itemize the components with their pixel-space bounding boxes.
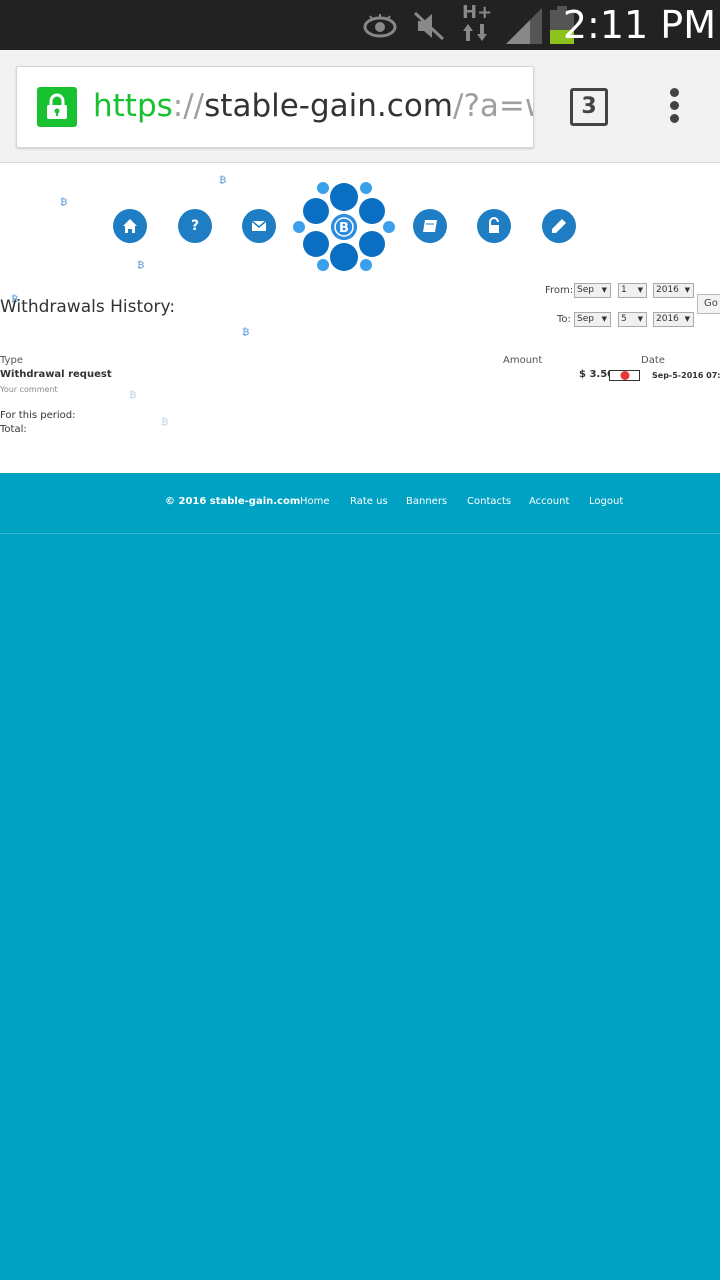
from-month-select[interactable]: Sep ▼ bbox=[574, 283, 611, 298]
column-header-amount: Amount bbox=[503, 355, 543, 366]
coin-decoration-icon: ₿ bbox=[219, 176, 227, 186]
to-year-value: 2016 bbox=[656, 314, 679, 324]
to-day-select[interactable]: 5 ▼ bbox=[618, 312, 647, 327]
from-month-value: Sep bbox=[577, 285, 594, 295]
guide-nav-button[interactable] bbox=[413, 209, 447, 243]
coin-decoration-icon: ₿ bbox=[60, 198, 68, 208]
clock: 2:11 PM bbox=[562, 3, 716, 47]
from-year-value: 2016 bbox=[656, 285, 679, 295]
to-day-value: 5 bbox=[621, 314, 627, 324]
from-day-select[interactable]: 1 ▼ bbox=[618, 283, 647, 298]
footer: © 2016 stable-gain.com Home Rate us Bann… bbox=[0, 473, 720, 534]
chevron-down-icon: ▼ bbox=[601, 286, 607, 294]
page-title: Withdrawals History: bbox=[0, 297, 176, 317]
signal-icon bbox=[506, 8, 542, 44]
copyright: © 2016 stable-gain.com bbox=[165, 496, 301, 507]
url-path: /?a=w bbox=[453, 88, 533, 124]
url-separator: :// bbox=[172, 88, 205, 124]
coin-decoration-icon: ₿ bbox=[161, 418, 169, 428]
svg-text:B: B bbox=[339, 221, 349, 236]
question-icon: ? bbox=[190, 218, 200, 234]
eye-icon bbox=[363, 14, 397, 38]
chevron-down-icon: ▼ bbox=[601, 315, 607, 323]
chevron-down-icon: ▼ bbox=[637, 315, 643, 323]
row-type: Withdrawal request bbox=[0, 369, 112, 380]
footer-link-home[interactable]: Home bbox=[300, 496, 330, 507]
pencil-icon bbox=[552, 219, 566, 233]
home-icon bbox=[123, 219, 137, 233]
home-nav-button[interactable] bbox=[113, 209, 147, 243]
tab-switcher-button[interactable]: 3 bbox=[570, 88, 608, 126]
footer-link-account[interactable]: Account bbox=[529, 496, 569, 507]
signup-nav-button[interactable] bbox=[542, 209, 576, 243]
from-day-value: 1 bbox=[621, 285, 627, 295]
page-content: ₿ ₿ ₿ ₿ ₿ ₿ ₿ ? B B bbox=[0, 163, 720, 473]
chevron-down-icon: ▼ bbox=[637, 286, 643, 294]
coin-decoration-icon: ₿ bbox=[129, 391, 137, 401]
chevron-down-icon: ▼ bbox=[684, 315, 690, 323]
url-host: stable-gain.com bbox=[204, 88, 453, 124]
row-comment: Your comment bbox=[0, 385, 58, 394]
mail-icon bbox=[251, 220, 267, 231]
total-label: Total: bbox=[0, 424, 27, 435]
footer-link-logout[interactable]: Logout bbox=[589, 496, 623, 507]
status-bar: H+ 2:11 PM bbox=[0, 0, 720, 50]
period-label: For this period: bbox=[0, 410, 76, 421]
coin-decoration-icon: ₿ bbox=[137, 261, 145, 271]
to-year-select[interactable]: 2016 ▼ bbox=[653, 312, 694, 327]
column-header-date: Date bbox=[641, 355, 665, 366]
lock-icon[interactable] bbox=[37, 87, 77, 127]
row-date: Sep-5-2016 07:00 bbox=[652, 371, 720, 380]
coin-decoration-icon: ₿ bbox=[242, 328, 250, 338]
login-nav-button[interactable] bbox=[477, 209, 511, 243]
to-month-select[interactable]: Sep ▼ bbox=[574, 312, 611, 327]
address-bar[interactable]: https://stable-gain.com/?a=w bbox=[16, 66, 534, 148]
url-scheme: https bbox=[93, 88, 173, 124]
url-text[interactable]: https://stable-gain.com/?a=w bbox=[93, 85, 533, 127]
chevron-down-icon: ▼ bbox=[684, 286, 690, 294]
column-header-type: Type bbox=[0, 355, 23, 366]
go-button[interactable]: Go bbox=[697, 294, 720, 314]
mute-icon bbox=[413, 11, 445, 41]
unlock-icon bbox=[489, 217, 499, 233]
bitcoin-logo[interactable]: B B bbox=[292, 181, 396, 273]
footer-link-banners[interactable]: Banners bbox=[406, 496, 447, 507]
contact-nav-button[interactable] bbox=[242, 209, 276, 243]
book-icon bbox=[423, 220, 437, 232]
hplus-data-icon: H+ bbox=[462, 2, 493, 23]
payment-method-icon bbox=[609, 370, 640, 381]
footer-link-rate-us[interactable]: Rate us bbox=[350, 496, 388, 507]
to-label: To: bbox=[557, 314, 571, 325]
faq-nav-button[interactable]: ? bbox=[178, 209, 212, 243]
overflow-menu-icon[interactable] bbox=[668, 88, 680, 128]
from-label: From: bbox=[545, 285, 574, 296]
to-month-value: Sep bbox=[577, 314, 594, 324]
from-year-select[interactable]: 2016 ▼ bbox=[653, 283, 694, 298]
footer-link-contacts[interactable]: Contacts bbox=[467, 496, 511, 507]
browser-toolbar: https://stable-gain.com/?a=w 3 bbox=[0, 50, 720, 163]
data-arrows-icon bbox=[463, 24, 487, 41]
